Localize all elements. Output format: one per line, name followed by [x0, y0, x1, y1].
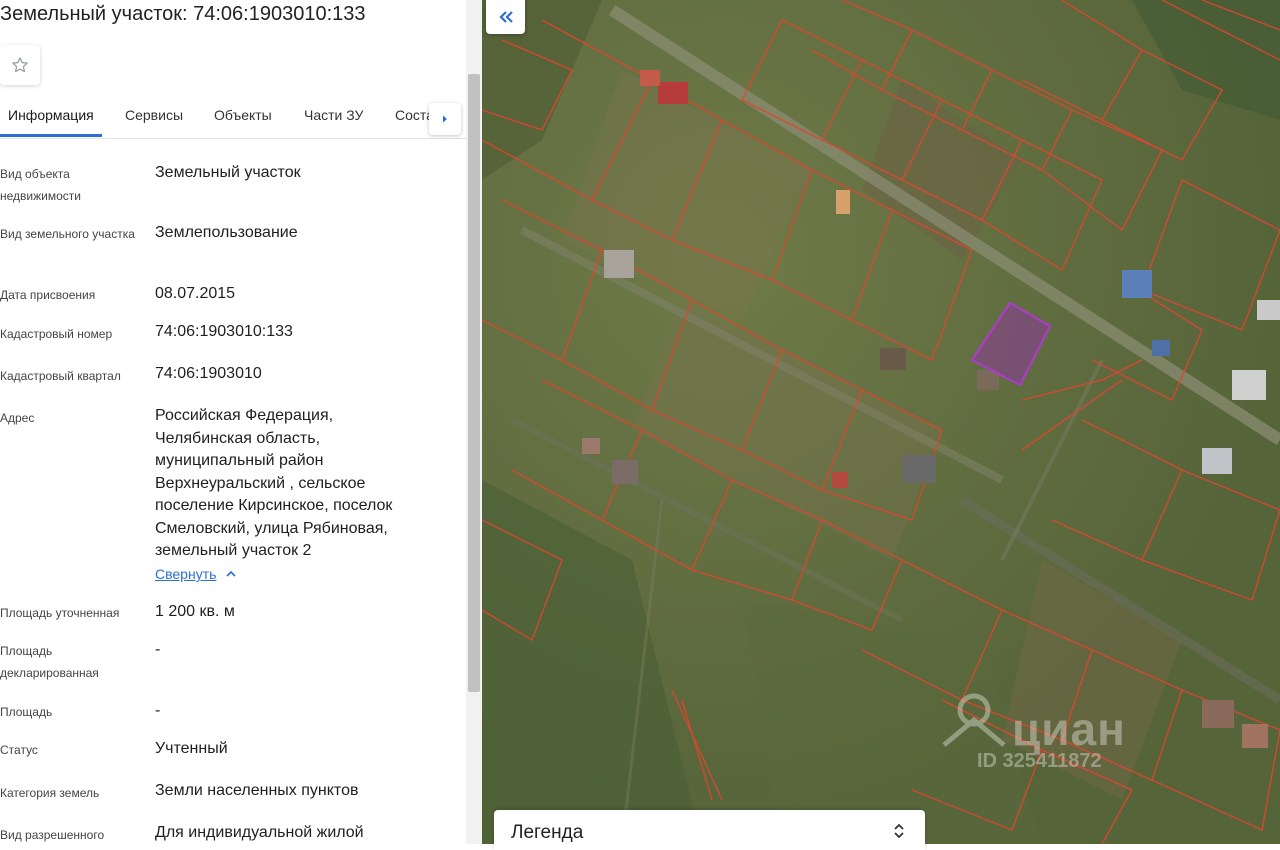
- field-value-object-type: Земельный участок: [155, 164, 301, 181]
- watermark-brand: циан: [1012, 703, 1126, 755]
- tabs-next-button[interactable]: [429, 103, 461, 135]
- tab-objects[interactable]: Объекты: [214, 107, 272, 123]
- legend-toggle-button[interactable]: [893, 822, 905, 845]
- field-label-land-type: Вид земельного участка: [0, 227, 135, 241]
- field-value-land-category: Земли населенных пунктов: [155, 782, 359, 799]
- field-label-address: Адрес: [0, 411, 35, 425]
- tab-services[interactable]: Сервисы: [125, 107, 183, 123]
- tab-bar: Информация Сервисы Объекты Части ЗУ Сост…: [0, 96, 466, 139]
- field-value-status: Учтенный: [155, 740, 228, 757]
- field-value-area-declared: -: [155, 641, 161, 658]
- field-label-area-declared: Площадь декларированная: [0, 644, 99, 680]
- field-label-area-specified: Площадь уточненная: [0, 606, 120, 620]
- field-label-assign-date: Дата присвоения: [0, 288, 96, 302]
- tab-information[interactable]: Информация: [8, 107, 94, 123]
- field-value-cadastral-number: 74:06:1903010:133: [155, 323, 293, 340]
- favorite-button[interactable]: [0, 45, 40, 85]
- panel-scrollbar-thumb[interactable]: [468, 74, 480, 692]
- chevron-up-icon: [226, 570, 236, 577]
- tab-parts[interactable]: Части ЗУ: [304, 107, 363, 123]
- field-value-cadastral-quarter: 74:06:1903010: [155, 365, 262, 382]
- satellite-map[interactable]: циан ID 325411872: [482, 0, 1280, 844]
- collapse-link[interactable]: Свернуть: [155, 566, 236, 582]
- field-value-address: Российская Федерация, Челябинская област…: [155, 407, 393, 559]
- field-value-assign-date: 08.07.2015: [155, 285, 236, 302]
- legend-panel[interactable]: Легенда: [494, 810, 925, 850]
- field-label-permitted-use: Вид разрешенного: [0, 828, 105, 842]
- collapse-panel-button[interactable]: [486, 0, 525, 34]
- legend-title: Легенда: [511, 822, 584, 843]
- field-label-land-category: Категория земель: [0, 786, 100, 800]
- field-value-area: -: [155, 702, 161, 719]
- field-value-permitted-use: Для индивидуальной жилой: [155, 824, 364, 841]
- field-value-land-type: Землепользование: [155, 224, 298, 241]
- chevron-right-icon: [443, 115, 447, 123]
- active-tab-indicator: [0, 134, 102, 137]
- sort-icon: [894, 823, 904, 839]
- field-label-cadastral-number: Кадастровый номер: [0, 327, 113, 341]
- field-label-area: Площадь: [0, 705, 53, 719]
- collapse-label: Свернуть: [155, 566, 217, 582]
- double-chevron-left-icon: [498, 11, 513, 23]
- field-value-area-specified: 1 200 кв. м: [155, 603, 235, 620]
- map-canvas: [482, 0, 1280, 844]
- watermark-id: ID 325411872: [977, 750, 1102, 772]
- field-label-cadastral-quarter: Кадастровый квартал: [0, 369, 121, 383]
- info-panel: Земельный участок: 74:06:1903010:133 Инф…: [0, 0, 466, 844]
- field-label-object-type: Вид объекта недвижимости: [0, 167, 81, 203]
- field-label-status: Статус: [0, 743, 38, 757]
- star-icon: [12, 57, 28, 73]
- page-title: Земельный участок: 74:06:1903010:133: [0, 3, 366, 25]
